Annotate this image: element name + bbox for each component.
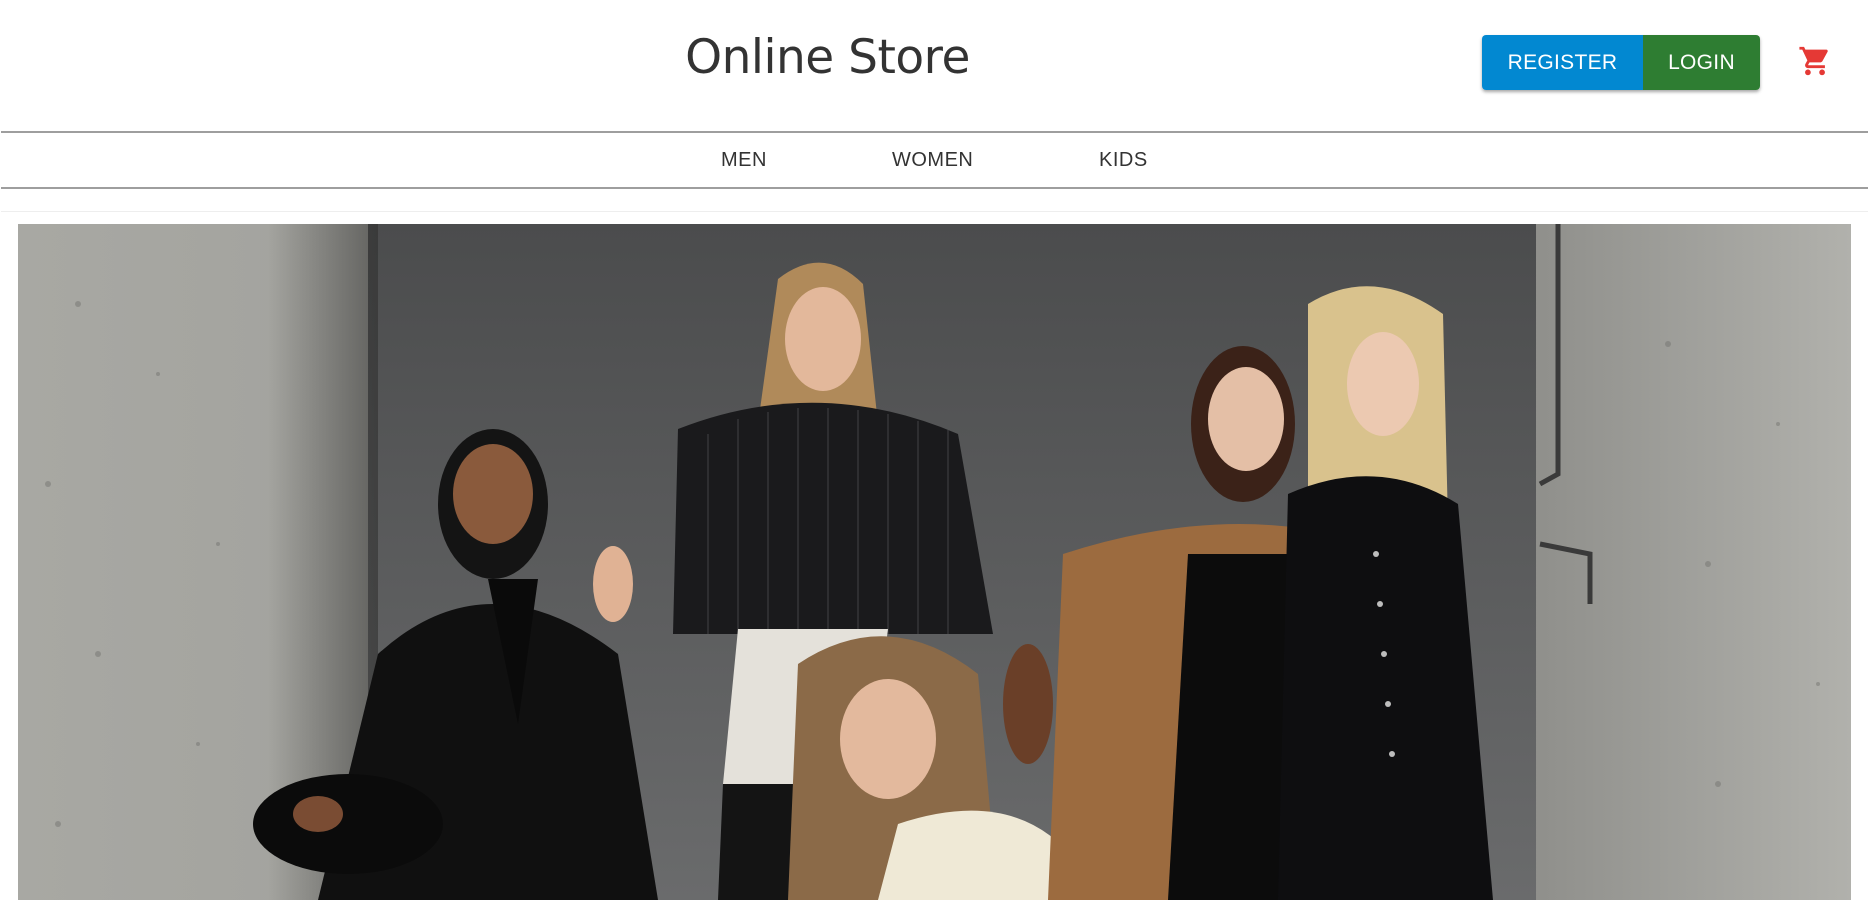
store-title: Online Store <box>685 30 970 85</box>
nav-item-kids[interactable]: KIDS <box>1099 149 1148 172</box>
register-button[interactable]: REGISTER <box>1482 35 1643 90</box>
header-bar: Online Store REGISTER LOGIN <box>1 0 1868 133</box>
category-nav: MEN WOMEN KIDS <box>1 133 1868 189</box>
fashion-models-photo <box>18 224 1851 900</box>
shopping-cart-icon[interactable] <box>1798 44 1832 78</box>
page: Online Store REGISTER LOGIN MEN WOMEN KI… <box>0 0 1869 900</box>
hero-image <box>18 224 1851 900</box>
nav-item-men[interactable]: MEN <box>721 149 767 172</box>
auth-button-group: REGISTER LOGIN <box>1482 35 1760 90</box>
divider <box>1 211 1868 212</box>
nav-item-women[interactable]: WOMEN <box>892 149 973 172</box>
login-button[interactable]: LOGIN <box>1643 35 1760 90</box>
